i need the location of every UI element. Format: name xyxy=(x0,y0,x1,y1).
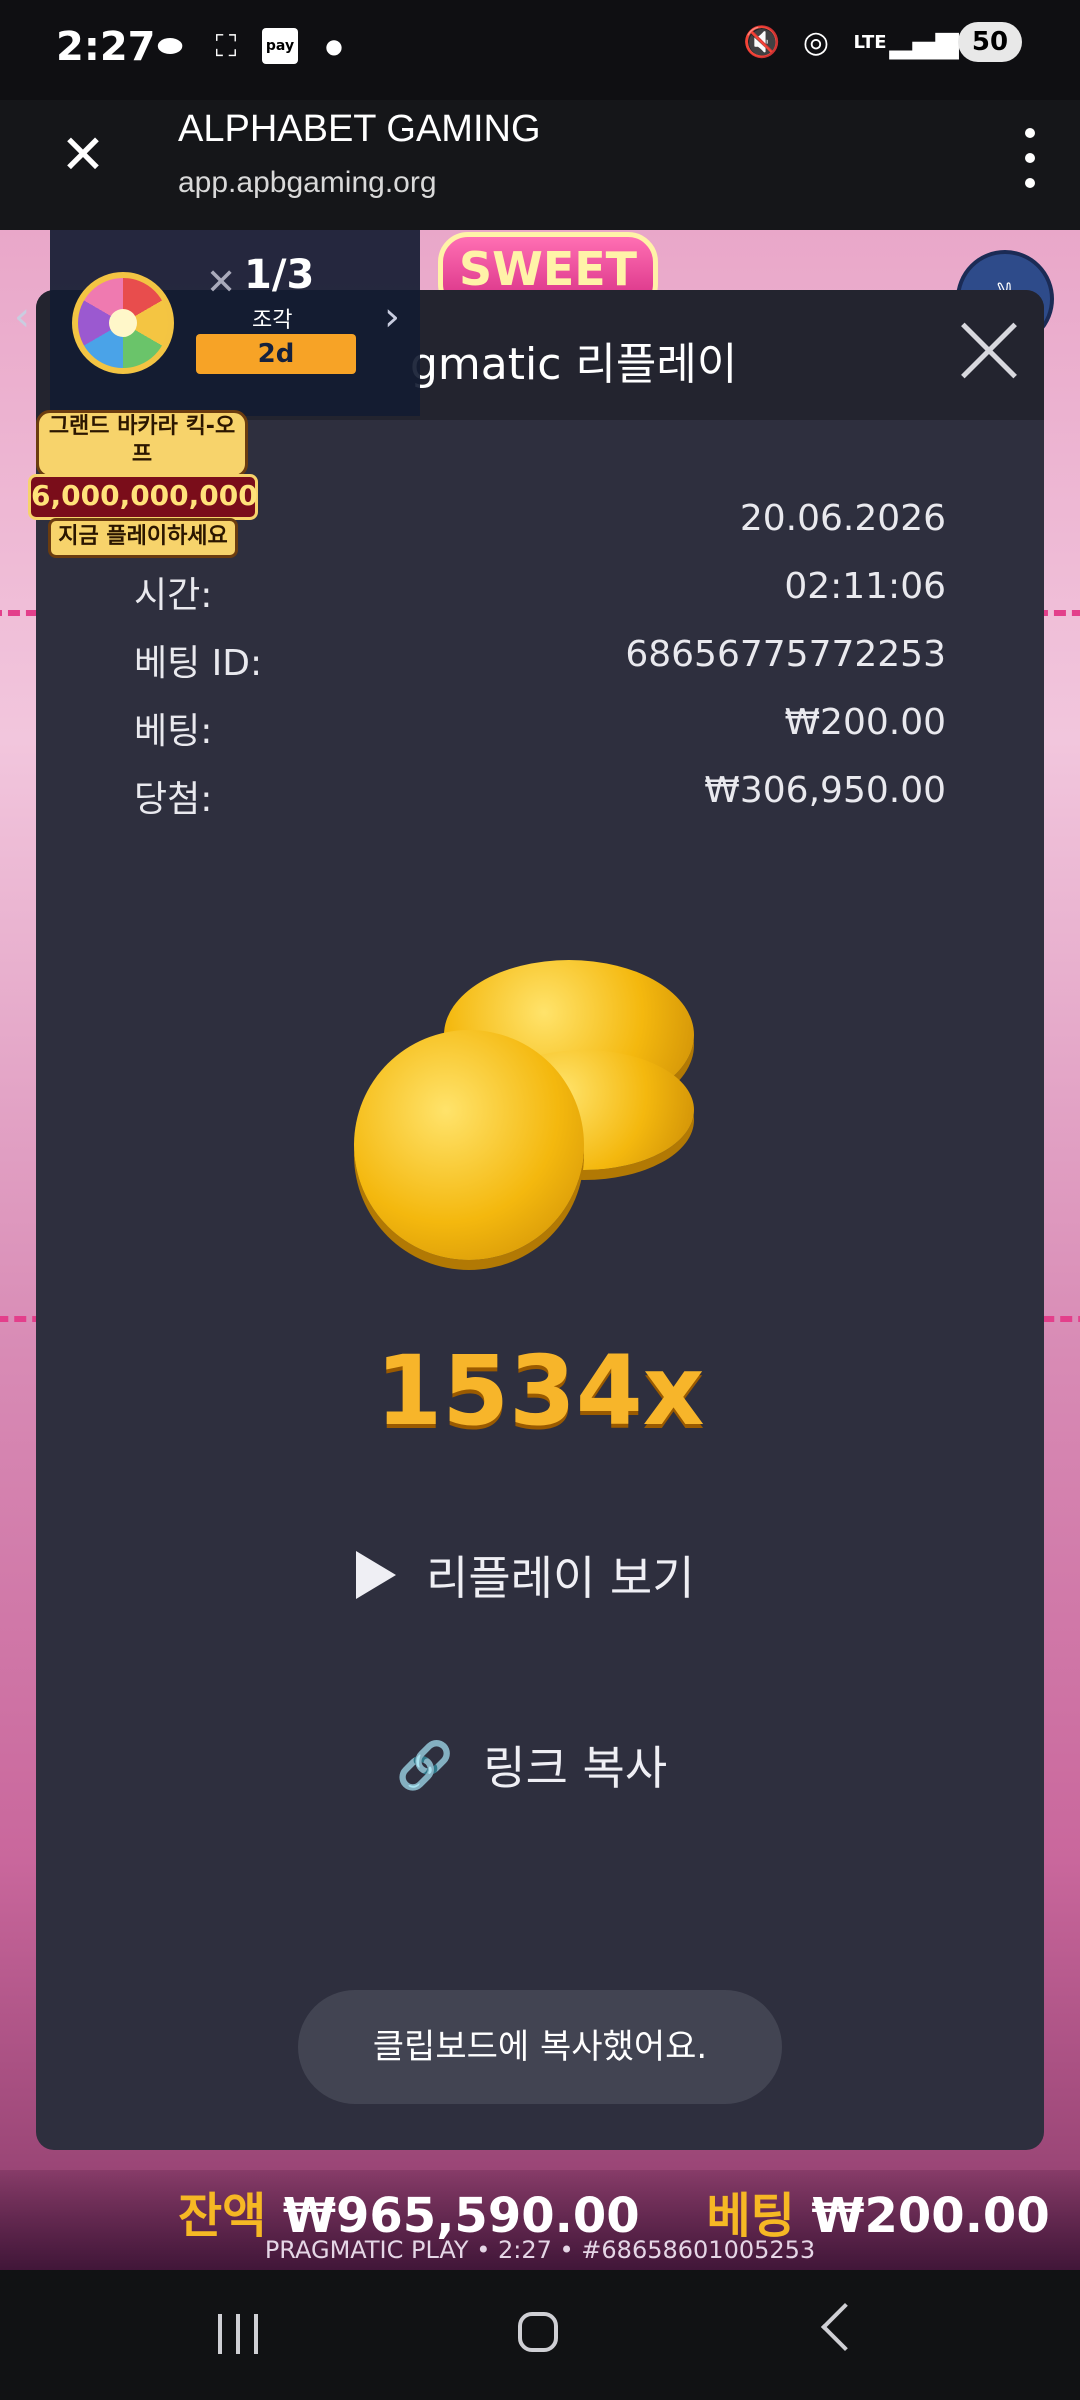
watch-replay-button[interactable]: 리플레이 보기 xyxy=(356,1540,695,1610)
info-value: 02:11:06 xyxy=(784,566,946,607)
badge-amount: 6,000,000,000원 xyxy=(28,474,258,550)
info-row-bet: 베팅: ₩200.00 xyxy=(134,694,946,762)
info-value: ₩200.00 xyxy=(784,702,946,743)
info-row-win: 당첨: ₩306,950.00 xyxy=(134,762,946,830)
status-system-icons: 🔇 ◎ LTE ▂▄▆ 50 xyxy=(742,22,1022,62)
replay-modal: gmatic 리플레이 20.06.2026 시간: 02:11:06 베팅 I… xyxy=(36,290,1044,2150)
toast-message: 클립보드에 복사했어요. xyxy=(298,1990,782,2104)
camera-scan-icon: ⛶ xyxy=(215,28,237,64)
modal-title: gmatic 리플레이 xyxy=(410,339,738,390)
back-icon[interactable] xyxy=(820,2302,870,2352)
lte-icon: LTE xyxy=(853,31,887,53)
info-key: 베팅: xyxy=(134,711,213,752)
close-icon[interactable]: ✕ xyxy=(58,128,108,182)
status-notification-icons: ⬬ ⛶ pay ● xyxy=(150,26,354,66)
system-nav-bar xyxy=(0,2270,1080,2400)
win-multiplier: 1534x xyxy=(375,1335,705,1447)
coins-icon xyxy=(354,920,754,1320)
play-icon xyxy=(356,1551,396,1599)
link-icon: 🔗 xyxy=(396,1737,454,1792)
watch-replay-label: 리플레이 보기 xyxy=(426,1551,695,1605)
mute-icon: 🔇 xyxy=(743,24,781,60)
hotspot-icon: ◎ xyxy=(802,24,830,60)
dot-icon: ● xyxy=(325,34,343,58)
pill-icon: ⬬ xyxy=(157,28,183,64)
page-title: ALPHABET GAMING xyxy=(178,108,541,150)
info-value: 20.06.2026 xyxy=(739,498,946,539)
promo-count: 1/3 xyxy=(244,252,315,298)
modal-close-icon[interactable] xyxy=(956,318,1022,384)
signal-icon: ▂▄▆ xyxy=(889,24,959,60)
recent-apps-icon[interactable] xyxy=(218,2314,258,2354)
info-key: 베팅 ID: xyxy=(134,643,263,684)
info-row-bet-id: 베팅 ID: 68656775772253 xyxy=(134,626,946,694)
promo-next-icon[interactable]: › xyxy=(384,294,400,340)
info-row-time: 시간: 02:11:06 xyxy=(134,558,946,626)
game-footer: PRAGMATIC PLAY • 2:27 • #68658601005253 xyxy=(264,2236,816,2264)
status-time: 2:27 xyxy=(56,24,156,70)
badge-title: 그랜드 바카라 킥-오프 xyxy=(36,410,248,478)
info-value: ₩306,950.00 xyxy=(704,770,946,811)
promo-piece-label: 조각 xyxy=(252,308,293,333)
battery-indicator: 50 xyxy=(958,22,1022,62)
browser-header: ✕ ALPHABET GAMING app.apbgaming.org xyxy=(0,100,1080,232)
baccarat-promo-badge[interactable]: 그랜드 바카라 킥-오프 6,000,000,000원 지금 플레이하세요 xyxy=(28,410,258,558)
bet-info: 20.06.2026 시간: 02:11:06 베팅 ID: 686567757… xyxy=(134,490,946,830)
info-key: 시간: xyxy=(134,575,213,616)
page-url: app.apbgaming.org xyxy=(178,166,437,199)
status-bar: 2:27 ⬬ ⛶ pay ● 🔇 ◎ LTE ▂▄▆ 50 xyxy=(0,0,1080,100)
copy-link-button[interactable]: 🔗 링크 복사 xyxy=(396,1730,667,1800)
prize-wheel-icon[interactable] xyxy=(72,272,174,374)
promo-widget[interactable]: ‹ ✕ 1/3 조각 2d › 그랜드 바카라 킥-오프 6,000,000,0… xyxy=(0,230,420,558)
game-bottom-bar: 잔액 ₩965,590.00 베팅 ₩200.00 PRAGMATIC PLAY… xyxy=(0,2170,1080,2270)
info-value: 68656775772253 xyxy=(625,634,946,675)
badge-cta: 지금 플레이하세요 xyxy=(48,518,238,558)
promo-close-icon[interactable]: ✕ xyxy=(206,262,236,303)
home-icon[interactable] xyxy=(518,2312,558,2352)
pay-icon: pay xyxy=(262,28,298,64)
more-options-icon[interactable] xyxy=(1020,128,1040,188)
promo-days-badge: 2d xyxy=(196,334,356,374)
promo-prev-icon[interactable]: ‹ xyxy=(14,294,30,340)
info-key: 당첨: xyxy=(134,779,213,820)
copy-link-label: 링크 복사 xyxy=(483,1741,668,1795)
